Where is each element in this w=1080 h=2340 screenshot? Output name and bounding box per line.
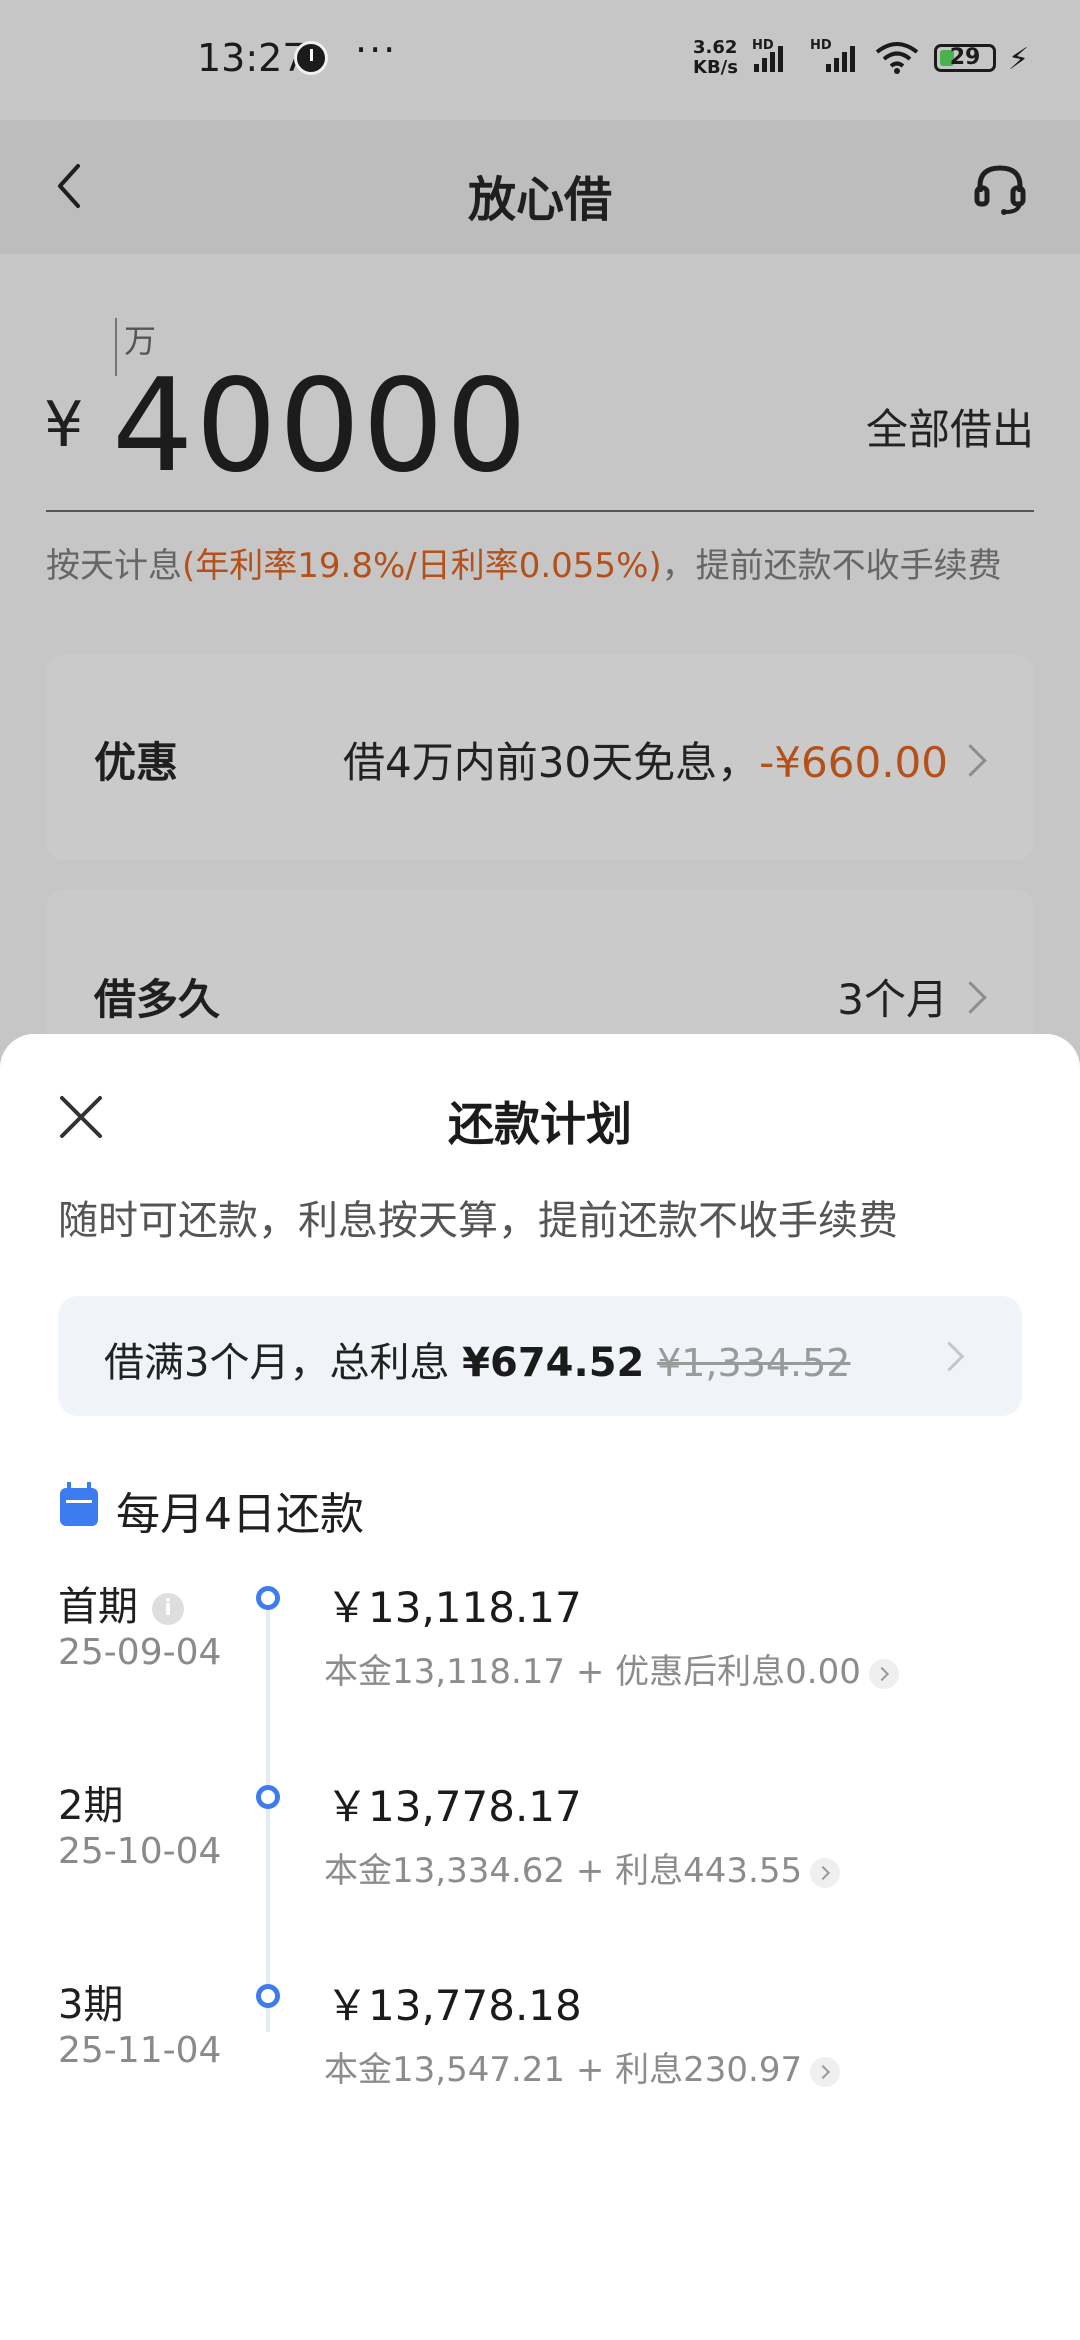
rate-suffix: ，提前还款不收手续费 bbox=[661, 546, 1002, 586]
divider bbox=[46, 510, 1034, 512]
page-title: 放心借 bbox=[467, 172, 612, 228]
period-detail[interactable]: 本金13,118.17 + 优惠后利息0.00 bbox=[324, 1644, 899, 1693]
wifi-icon bbox=[875, 42, 919, 74]
signal-icon bbox=[826, 42, 855, 72]
term-label: 借多久 bbox=[94, 975, 221, 1024]
summary-prefix: 借满3个月，总利息 bbox=[104, 1340, 463, 1386]
loan-amount-input[interactable]: 40000 bbox=[112, 352, 529, 501]
period-detail-text: 本金13,118.17 + 优惠后利息0.00 bbox=[324, 1652, 861, 1692]
period-amount: ￥13,118.17 bbox=[326, 1583, 582, 1632]
battery-percent: 29 bbox=[949, 45, 981, 70]
period-date: 25-11-04 bbox=[58, 2030, 222, 2071]
sheet-title: 还款计划 bbox=[448, 1097, 632, 1151]
timeline-dot bbox=[256, 1586, 280, 1610]
timeline-dot bbox=[256, 1984, 280, 2008]
nav-bar: 放心借 bbox=[0, 120, 1080, 254]
rate-highlight: (年利率19.8%/日利率0.055%) bbox=[182, 546, 662, 586]
discount-text: 借4万内前30天免息， bbox=[342, 738, 760, 787]
network-speed: 3.62 KB/s bbox=[693, 38, 738, 78]
chevron-right-icon bbox=[868, 1658, 899, 1689]
currency-symbol: ¥ bbox=[44, 388, 84, 461]
sheet-subtitle: 随时可还款，利息按天算，提前还款不收手续费 bbox=[58, 1198, 898, 1244]
period-detail[interactable]: 本金13,547.21 + 利息230.97 bbox=[324, 2042, 841, 2091]
period-date: 25-10-04 bbox=[58, 1831, 222, 1872]
discount-value: 借4万内前30天免息，-¥660.00 bbox=[343, 729, 948, 790]
chevron-right-icon bbox=[810, 1857, 841, 1888]
discount-amount: -¥660.00 bbox=[759, 738, 948, 787]
due-day-label: 每月4日还款 bbox=[116, 1489, 364, 1540]
network-speed-value: 3.62 bbox=[693, 37, 738, 58]
period-detail-text: 本金13,334.62 + 利息443.55 bbox=[324, 1851, 803, 1891]
network-speed-unit: KB/s bbox=[693, 57, 738, 78]
rate-prefix: 按天计息 bbox=[46, 546, 182, 586]
battery-icon: 29 bbox=[934, 44, 996, 72]
chevron-right-icon bbox=[934, 1341, 965, 1372]
interest-summary[interactable]: 借满3个月，总利息 ¥674.52 ¥1,334.52 bbox=[58, 1296, 1022, 1416]
repayment-plan-sheet: 还款计划 随时可还款，利息按天算，提前还款不收手续费 借满3个月，总利息 ¥67… bbox=[0, 1034, 1080, 2340]
term-value: 3个月 bbox=[837, 975, 948, 1024]
period-row: 首期 i 25-09-04 ￥13,118.17 本金13,118.17 + 优惠… bbox=[0, 1574, 1080, 1724]
period-detail-text: 本金13,547.21 + 利息230.97 bbox=[324, 2050, 803, 2090]
period-row: 3期 25-11-04 ￥13,778.18 本金13,547.21 + 利息2… bbox=[0, 1972, 1080, 2122]
summary-original-interest: ¥1,334.52 bbox=[657, 1341, 851, 1385]
calendar-icon bbox=[60, 1482, 98, 1526]
chevron-right-icon bbox=[810, 2056, 841, 2087]
info-icon[interactable]: i bbox=[152, 1593, 184, 1625]
period-row: 2期 25-10-04 ￥13,778.17 本金13,334.62 + 利息4… bbox=[0, 1773, 1080, 1923]
period-name: 3期 bbox=[58, 1982, 124, 2028]
chevron-right-icon bbox=[954, 744, 987, 777]
period-name: 2期 bbox=[58, 1783, 124, 1829]
more-notifications-icon: ··· bbox=[355, 28, 398, 72]
signal-icon bbox=[754, 42, 783, 72]
charging-icon: ⚡ bbox=[1008, 42, 1030, 77]
chevron-right-icon bbox=[954, 981, 987, 1014]
interest-summary-text: 借满3个月，总利息 ¥674.52 ¥1,334.52 bbox=[104, 1330, 850, 1388]
headset-icon[interactable] bbox=[972, 160, 1028, 216]
discount-label: 优惠 bbox=[94, 738, 179, 787]
status-bar: 13:27 ··· 3.62 KB/s HD HD 29 ⚡ bbox=[0, 0, 1080, 120]
period-amount: ￥13,778.18 bbox=[326, 1981, 582, 2030]
period-name-text: 首期 bbox=[58, 1584, 138, 1630]
period-date: 25-09-04 bbox=[58, 1632, 222, 1673]
period-name: 首期 i bbox=[58, 1574, 184, 1632]
borrow-all-button[interactable]: 全部借出 bbox=[866, 396, 1034, 457]
period-detail[interactable]: 本金13,334.62 + 利息443.55 bbox=[324, 1843, 841, 1892]
timeline-dot bbox=[256, 1785, 280, 1809]
summary-interest: ¥674.52 bbox=[462, 1340, 645, 1386]
interest-rate-note: 按天计息(年利率19.8%/日利率0.055%)，提前还款不收手续费 bbox=[46, 538, 1002, 587]
clock-icon bbox=[294, 41, 328, 75]
status-time: 13:27 bbox=[197, 36, 307, 80]
discount-row[interactable]: 优惠 借4万内前30天免息，-¥660.00 bbox=[46, 655, 1034, 860]
period-amount: ￥13,778.17 bbox=[326, 1782, 582, 1831]
